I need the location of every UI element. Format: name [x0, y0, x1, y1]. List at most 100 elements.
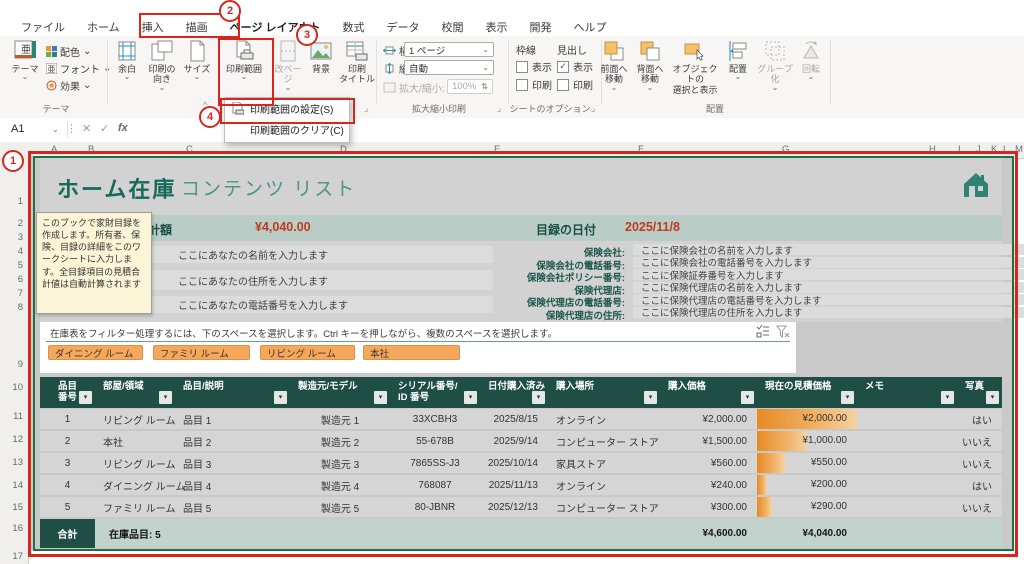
filter-button[interactable]: ▾: [79, 391, 92, 404]
scale-dialog-launcher[interactable]: ⌟: [497, 103, 507, 113]
row-header-2[interactable]: 2: [18, 218, 23, 229]
table-row-5[interactable]: 5 ファミリ ルーム 品目 5 製造元 5 80-JBNR 2025/12/13 コンピュー…: [40, 497, 1002, 517]
row-header-5[interactable]: 5: [18, 260, 23, 271]
worksheet[interactable]: ホーム在庫 コンテンツ リスト 見積り合計額 ¥4,040.00 目録の日付 2…: [31, 156, 1024, 550]
enter-icon[interactable]: ✓: [100, 122, 109, 135]
filter-button[interactable]: ▾: [986, 391, 999, 404]
filter-button[interactable]: ▾: [464, 391, 477, 404]
column-header-B[interactable]: B: [88, 144, 94, 155]
menu-item-set-print-area[interactable]: 印刷範囲の設定(S): [225, 98, 349, 119]
column-header-A[interactable]: A: [51, 144, 57, 155]
print-titles-button[interactable]: 印刷 タイトル: [338, 40, 376, 100]
filter-button[interactable]: ▾: [841, 391, 854, 404]
menu-tab-8[interactable]: 校閲: [433, 18, 473, 36]
formula-options-icon[interactable]: ⋮: [66, 122, 77, 135]
column-header-C[interactable]: C: [186, 144, 193, 155]
insurance-field-2[interactable]: ここに保険会社の電話番号を入力します: [633, 256, 1024, 269]
orientation-button[interactable]: 印刷の 向き ⌄: [144, 40, 180, 100]
row-header-9[interactable]: 9: [18, 359, 23, 370]
filter-button[interactable]: ▾: [159, 391, 172, 404]
column-header-E[interactable]: E: [494, 144, 500, 155]
column-header-I[interactable]: I: [958, 144, 961, 155]
column-header-J[interactable]: J: [976, 144, 981, 155]
menu-tab-2[interactable]: ホーム: [78, 18, 129, 36]
row-headers[interactable]: 1 2 3 4 5 6 7 8 9 10 11 12 13 14 15 16 17: [0, 158, 29, 564]
row-header-10[interactable]: 10: [12, 382, 23, 393]
menu-tab-10[interactable]: 開発: [521, 18, 561, 36]
theme-fonts-button[interactable]: 亜 フォント⌄: [46, 61, 111, 76]
cancel-icon[interactable]: ✕: [82, 122, 91, 135]
column-header-H[interactable]: H: [929, 144, 936, 155]
page-setup-dialog-launcher[interactable]: ⌟: [364, 103, 374, 113]
slicer-button-3[interactable]: リビング ルーム: [260, 345, 355, 360]
insurance-field-4[interactable]: ここに保険代理店の名前を入力します: [633, 281, 1024, 294]
menu-tab-3[interactable]: 挿入: [133, 18, 173, 36]
slicer-button-2[interactable]: ファミリ ルーム: [153, 345, 250, 360]
filter-button[interactable]: ▾: [532, 391, 545, 404]
row-header-13[interactable]: 13: [12, 457, 23, 468]
breaks-button[interactable]: 改ページ ⌄: [271, 40, 305, 100]
send-backward-button[interactable]: 背面へ 移動 ⌄: [633, 40, 667, 100]
scale-height-select[interactable]: 自動 ⌄: [404, 60, 494, 75]
table-row-4[interactable]: 4 ダイニング ルーム 品目 4 製造元 4 768087 2025/11/13 オンライン…: [40, 475, 1002, 495]
gridlines-print-checkbox[interactable]: 印刷: [516, 77, 552, 92]
column-header-M[interactable]: M: [1015, 144, 1023, 155]
row-header-7[interactable]: 7: [18, 288, 23, 299]
selection-pane-button[interactable]: オブジェクトの 選択と表示: [669, 40, 721, 100]
row-header-8[interactable]: 8: [18, 302, 23, 313]
filter-button[interactable]: ▾: [941, 391, 954, 404]
multi-select-icon[interactable]: [756, 325, 770, 338]
row-header-11[interactable]: 11: [13, 411, 23, 422]
headings-print-checkbox[interactable]: 印刷: [557, 77, 593, 92]
menu-tab-11[interactable]: ヘルプ: [565, 18, 616, 36]
menu-tab-4[interactable]: 描画: [177, 18, 217, 36]
table-row-3[interactable]: 3 リビング ルーム 品目 3 製造元 3 7865SS-J3 2025/10/14 家具ス…: [40, 453, 1002, 473]
sheet-options-dialog-launcher[interactable]: ⌟: [591, 103, 601, 113]
margins-button[interactable]: 余白 ⌄: [112, 40, 142, 100]
row-header-16[interactable]: 16: [12, 523, 23, 534]
rotate-button[interactable]: 回転 ⌄: [797, 40, 825, 100]
bring-forward-button[interactable]: 前面へ 移動 ⌄: [597, 40, 631, 100]
theme-colors-button[interactable]: 配色 ⌄: [46, 44, 91, 59]
row-header-12[interactable]: 12: [12, 434, 23, 445]
row-header-15[interactable]: 15: [12, 502, 23, 513]
row-header-6[interactable]: 6: [18, 274, 23, 285]
headings-view-checkbox[interactable]: ✓ 表示: [557, 59, 593, 74]
table-row-2[interactable]: 2 本社 品目 2 製造元 2 55-678B 2025/9/14 コンピューター ストア ¥…: [40, 431, 1002, 451]
scale-width-select[interactable]: 1 ページ ⌄: [404, 42, 494, 57]
scale-factor-field[interactable]: 100% ⇅: [447, 79, 493, 94]
print-area-button[interactable]: 印刷範囲 ⌄: [221, 40, 267, 100]
filter-button[interactable]: ▾: [644, 391, 657, 404]
filter-button[interactable]: ▾: [741, 391, 754, 404]
insurance-field-1[interactable]: ここに保険会社の名前を入力します: [633, 244, 1024, 257]
background-button[interactable]: 背景: [306, 40, 336, 100]
filter-button[interactable]: ▾: [274, 391, 287, 404]
themes-button[interactable]: 亜 テーマ ⌄: [8, 40, 42, 100]
slicer-button-1[interactable]: ダイニング ルーム: [48, 345, 143, 360]
menu-tab-9[interactable]: 表示: [477, 18, 517, 36]
column-header-D[interactable]: D: [340, 144, 347, 155]
column-header-F[interactable]: F: [638, 144, 644, 155]
clear-filter-icon[interactable]: [776, 325, 790, 338]
align-button[interactable]: 配置 ⌄: [723, 40, 753, 100]
menu-tab-6[interactable]: 数式: [334, 18, 374, 36]
column-header-G[interactable]: G: [782, 144, 789, 155]
row-header-4[interactable]: 4: [18, 246, 23, 257]
gridlines-view-checkbox[interactable]: 表示: [516, 59, 552, 74]
insurance-field-6[interactable]: ここに保険代理店の住所を入力します: [633, 306, 1024, 319]
column-header-L[interactable]: L: [1003, 144, 1008, 155]
column-header-K[interactable]: K: [991, 144, 997, 155]
row-header-14[interactable]: 14: [12, 480, 23, 491]
row-header-3[interactable]: 3: [18, 232, 23, 243]
group-button[interactable]: グループ化 ⌄: [755, 40, 795, 100]
insurance-field-3[interactable]: ここに保険証券番号を入力します: [633, 269, 1024, 282]
slicer-button-4[interactable]: 本社: [363, 345, 460, 360]
menu-tab-1[interactable]: ファイル: [12, 18, 74, 36]
row-header-1[interactable]: 1: [18, 196, 23, 207]
name-box-chevron-icon[interactable]: ⌄: [52, 125, 59, 134]
filter-button[interactable]: ▾: [374, 391, 387, 404]
row-header-17[interactable]: 17: [12, 551, 23, 562]
menu-item-clear-print-area[interactable]: 印刷範囲のクリア(C): [225, 119, 349, 140]
theme-effects-button[interactable]: 効果 ⌄: [46, 78, 91, 93]
table-row-1[interactable]: 1 リビング ルーム 品目 1 製造元 1 33XCBH3 2025/8/15 オンライン ¥…: [40, 409, 1002, 429]
